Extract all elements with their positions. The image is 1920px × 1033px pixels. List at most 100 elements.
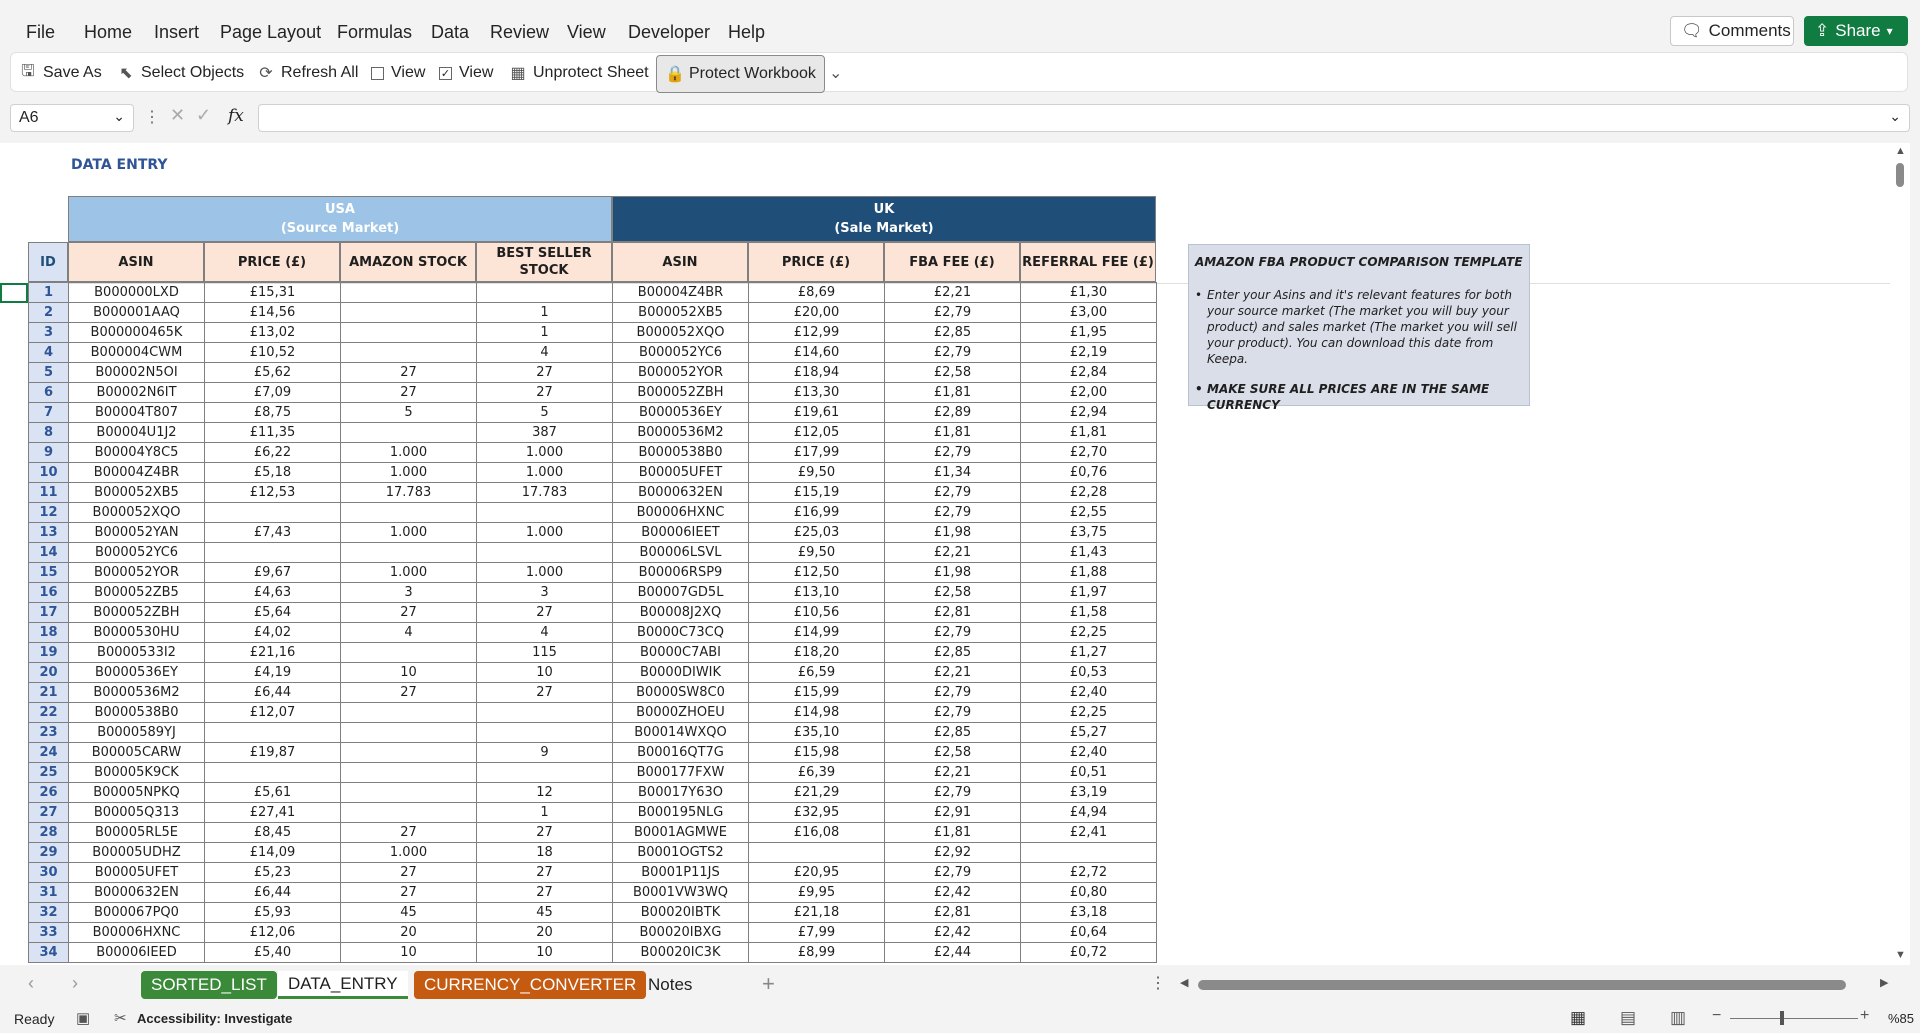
table-cell[interactable]: B00004Z4BR — [612, 282, 749, 303]
formula-input[interactable]: ⌄ — [258, 104, 1910, 132]
row-id-cell[interactable]: 3 — [28, 322, 69, 343]
row-id-cell[interactable]: 26 — [28, 782, 69, 803]
table-cell[interactable]: 10 — [340, 942, 477, 963]
table-cell[interactable]: £13,02 — [204, 322, 341, 343]
table-cell[interactable] — [340, 542, 477, 563]
table-cell[interactable]: £1,34 — [884, 462, 1021, 483]
row-id-cell[interactable]: 31 — [28, 882, 69, 903]
table-cell[interactable] — [340, 722, 477, 743]
row-id-cell[interactable]: 19 — [28, 642, 69, 663]
table-cell[interactable]: B00005UDHZ — [68, 842, 205, 863]
select-objects-button[interactable]: ⬉ Select Objects — [117, 61, 244, 85]
row-id-cell[interactable]: 27 — [28, 802, 69, 823]
table-cell[interactable]: £1,30 — [1020, 282, 1157, 303]
table-cell[interactable]: B0001AGMWE — [612, 822, 749, 843]
menu-view[interactable]: View — [567, 22, 606, 43]
table-cell[interactable]: 1 — [476, 302, 613, 323]
table-cell[interactable]: £13,10 — [748, 582, 885, 603]
table-cell[interactable]: £2,84 — [1020, 362, 1157, 383]
table-cell[interactable]: 1.000 — [340, 562, 477, 583]
table-cell[interactable] — [476, 282, 613, 303]
table-cell[interactable]: £17,99 — [748, 442, 885, 463]
table-cell[interactable]: £15,99 — [748, 682, 885, 703]
table-cell[interactable]: B00006LSVL — [612, 542, 749, 563]
table-cell[interactable]: £2,55 — [1020, 502, 1157, 523]
table-cell[interactable] — [340, 782, 477, 803]
table-cell[interactable]: B00006IEET — [612, 522, 749, 543]
row-id-cell[interactable]: 29 — [28, 842, 69, 863]
row-id-cell[interactable]: 14 — [28, 542, 69, 563]
share-button[interactable]: ⇪ Share ▾ — [1804, 16, 1908, 46]
table-cell[interactable]: B00004U1J2 — [68, 422, 205, 443]
table-cell[interactable]: 27 — [340, 882, 477, 903]
scroll-up-icon[interactable]: ▲ — [1895, 145, 1906, 157]
table-cell[interactable]: £15,31 — [204, 282, 341, 303]
table-cell[interactable]: 27 — [340, 382, 477, 403]
table-cell[interactable]: £0,80 — [1020, 882, 1157, 903]
table-cell[interactable]: 27 — [340, 682, 477, 703]
table-cell[interactable] — [340, 762, 477, 783]
table-cell[interactable]: £12,07 — [204, 702, 341, 723]
table-cell[interactable]: £21,29 — [748, 782, 885, 803]
table-cell[interactable]: B000052YAN — [68, 522, 205, 543]
table-cell[interactable]: £1,81 — [1020, 422, 1157, 443]
scroll-down-icon[interactable]: ▼ — [1895, 949, 1906, 961]
row-id-cell[interactable]: 32 — [28, 902, 69, 923]
table-cell[interactable]: B0000589YJ — [68, 722, 205, 743]
table-cell[interactable]: B0000530HU — [68, 622, 205, 643]
table-cell[interactable]: £2,79 — [884, 622, 1021, 643]
table-cell[interactable]: 27 — [476, 682, 613, 703]
table-cell[interactable]: £2,44 — [884, 942, 1021, 963]
menu-review[interactable]: Review — [490, 22, 549, 43]
table-cell[interactable]: B0000SW8C0 — [612, 682, 749, 703]
save-as-button[interactable]: 🖫 Save As — [19, 61, 102, 85]
table-cell[interactable]: B000052ZBH — [612, 382, 749, 403]
protect-workbook-button[interactable]: 🔒 Protect Workbook — [656, 55, 825, 93]
table-cell[interactable]: £4,63 — [204, 582, 341, 603]
vertical-scrollbar[interactable]: ▲ ▼ — [1890, 143, 1910, 965]
table-cell[interactable] — [340, 282, 477, 303]
tab-sorted-list[interactable]: SORTED_LIST — [141, 971, 277, 999]
table-cell[interactable]: 27 — [476, 382, 613, 403]
table-cell[interactable]: B00005UFET — [612, 462, 749, 483]
table-cell[interactable]: £11,35 — [204, 422, 341, 443]
menu-formulas[interactable]: Formulas — [337, 22, 412, 43]
comments-button[interactable]: 🗨 Comments — [1670, 16, 1794, 46]
table-cell[interactable]: £2,40 — [1020, 682, 1157, 703]
table-cell[interactable]: £0,72 — [1020, 942, 1157, 963]
table-cell[interactable]: B000052YOR — [612, 362, 749, 383]
table-cell[interactable]: 115 — [476, 642, 613, 663]
accessibility-icon[interactable]: ✂ — [114, 1009, 127, 1027]
table-cell[interactable] — [476, 722, 613, 743]
table-cell[interactable]: £4,94 — [1020, 802, 1157, 823]
table-cell[interactable]: £2,79 — [884, 702, 1021, 723]
table-cell[interactable]: £0,51 — [1020, 762, 1157, 783]
table-cell[interactable]: B00004Y8C5 — [68, 442, 205, 463]
table-cell[interactable]: B000001AAQ — [68, 302, 205, 323]
table-cell[interactable]: £5,61 — [204, 782, 341, 803]
table-cell[interactable]: B00002N5OI — [68, 362, 205, 383]
table-cell[interactable]: 17.783 — [476, 482, 613, 503]
table-cell[interactable]: £1,97 — [1020, 582, 1157, 603]
table-cell[interactable] — [1020, 842, 1157, 863]
table-cell[interactable]: £2,42 — [884, 922, 1021, 943]
table-cell[interactable] — [748, 842, 885, 863]
table-cell[interactable]: £3,00 — [1020, 302, 1157, 323]
table-cell[interactable]: £14,56 — [204, 302, 341, 323]
table-cell[interactable]: £1,43 — [1020, 542, 1157, 563]
table-cell[interactable]: 1.000 — [476, 462, 613, 483]
table-cell[interactable]: B000052XB5 — [68, 482, 205, 503]
table-cell[interactable]: £0,64 — [1020, 922, 1157, 943]
table-cell[interactable]: £16,08 — [748, 822, 885, 843]
table-cell[interactable]: 27 — [340, 822, 477, 843]
table-cell[interactable]: £7,09 — [204, 382, 341, 403]
table-cell[interactable]: £2,58 — [884, 362, 1021, 383]
tab-options-icon[interactable]: ⋮ — [1150, 973, 1166, 993]
table-cell[interactable]: £25,03 — [748, 522, 885, 543]
table-cell[interactable]: B00005RL5E — [68, 822, 205, 843]
table-cell[interactable]: £2,21 — [884, 282, 1021, 303]
table-cell[interactable]: 1.000 — [476, 562, 613, 583]
table-cell[interactable]: £8,75 — [204, 402, 341, 423]
row-id-cell[interactable]: 4 — [28, 342, 69, 363]
table-cell[interactable]: £20,95 — [748, 862, 885, 883]
